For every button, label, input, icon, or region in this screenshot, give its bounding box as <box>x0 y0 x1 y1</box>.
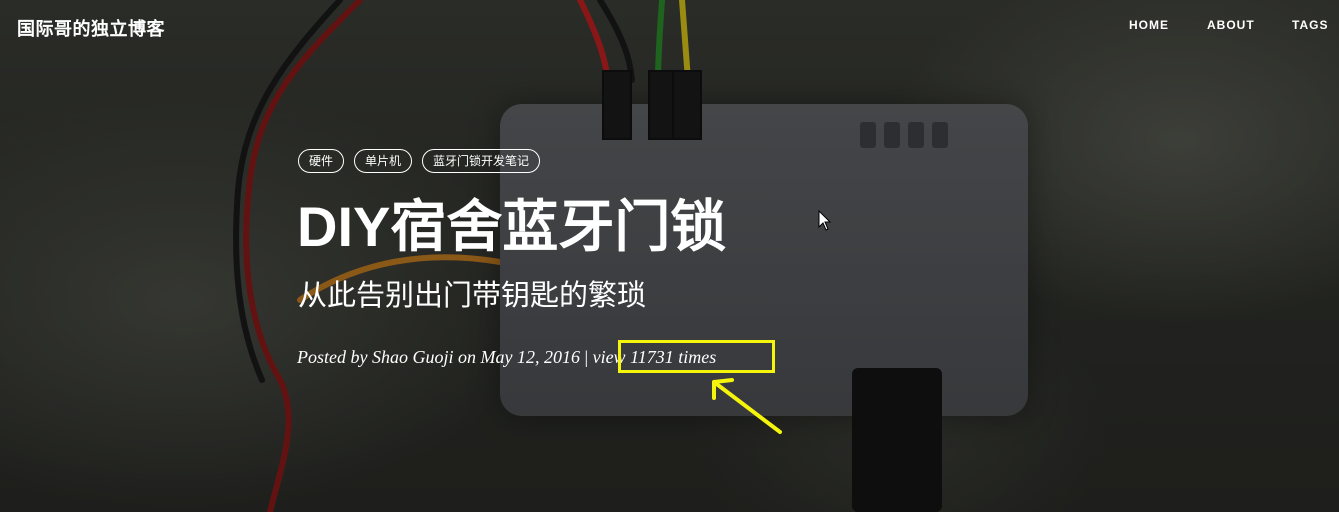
meta-separator: | <box>584 347 589 367</box>
nav-tags-link[interactable]: TAGS <box>1292 18 1328 32</box>
tag-hardware[interactable]: 硬件 <box>298 149 345 173</box>
annotation-arrow-icon <box>712 378 782 434</box>
post-tags: 硬件 单片机 蓝牙门锁开发笔记 <box>298 149 541 173</box>
view-count-highlight-box <box>618 340 775 373</box>
mouse-cursor-icon <box>818 210 832 231</box>
tag-bluetooth-lock-notes[interactable]: 蓝牙门锁开发笔记 <box>422 149 541 173</box>
tag-microcontroller[interactable]: 单片机 <box>354 149 413 173</box>
post-subtitle: 从此告别出门带钥匙的繁琐 <box>298 280 647 312</box>
nav-about-link[interactable]: ABOUT <box>1207 18 1255 32</box>
site-brand[interactable]: 国际哥的独立博客 <box>17 15 165 41</box>
nav-home-link[interactable]: HOME <box>1129 18 1169 32</box>
post-byline: Posted by Shao Guoji on May 12, 2016 <box>297 347 580 367</box>
post-title: DIY宿舍蓝牙门锁 <box>297 195 727 258</box>
